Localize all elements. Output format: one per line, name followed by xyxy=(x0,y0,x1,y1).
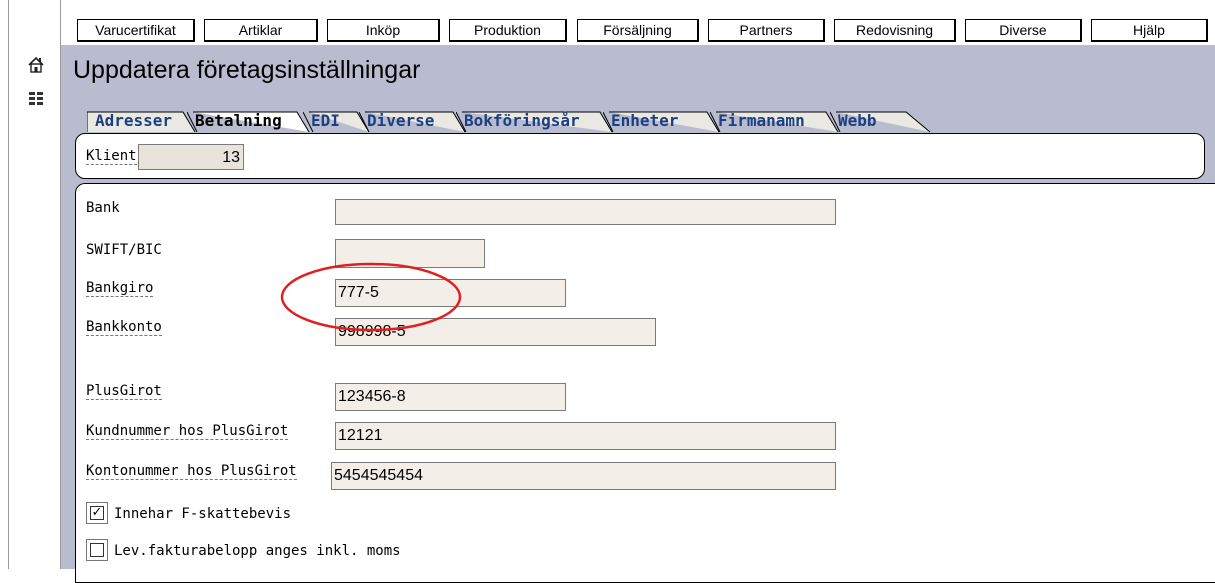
tab-webb[interactable]: Webb xyxy=(830,109,931,133)
bank-label: Bank xyxy=(86,200,120,216)
tab-enheter[interactable]: Enheter xyxy=(603,109,720,133)
menu-redovisning[interactable]: Redovisning xyxy=(834,19,956,42)
page-title: Uppdatera företagsinställningar xyxy=(73,56,421,84)
menu-hjalp[interactable]: Hjälp xyxy=(1091,19,1208,42)
client-label: Klient xyxy=(86,148,137,165)
fskatt-checkbox[interactable]: ✓ xyxy=(86,502,108,524)
fskatt-label: Innehar F-skattebevis xyxy=(114,506,292,522)
menu-artiklar[interactable]: Artiklar xyxy=(204,19,318,42)
list-icon[interactable] xyxy=(27,90,45,108)
menu-produktion[interactable]: Produktion xyxy=(449,19,567,42)
menu-diverse[interactable]: Diverse xyxy=(965,19,1082,42)
bank-field[interactable] xyxy=(335,199,836,225)
client-field[interactable]: 13 xyxy=(138,144,244,170)
window-frame-edge xyxy=(0,0,9,569)
kontonummer-label: Kontonummer hos PlusGirot xyxy=(86,463,297,480)
main-content: Uppdatera företagsinställningar Adresser… xyxy=(61,45,1215,583)
kundnummer-field[interactable]: 12121 xyxy=(335,422,836,450)
tab-firmanamn[interactable]: Firmanamn xyxy=(710,109,839,133)
swift-label: SWIFT/BIC xyxy=(86,242,162,258)
top-menu-area: Varucertifikat Artiklar Inköp Produktion… xyxy=(61,0,1215,45)
menu-inkop[interactable]: Inköp xyxy=(327,19,440,42)
empty-check-icon xyxy=(90,543,104,557)
levfaktura-checkbox[interactable] xyxy=(86,539,108,561)
plusgirot-label: PlusGirot xyxy=(86,383,162,400)
tab-bokforingsar[interactable]: Bokföringsår xyxy=(456,109,613,133)
tab-edi[interactable]: EDI xyxy=(303,109,370,133)
levfaktura-label: Lev.fakturabelopp anges inkl. moms xyxy=(114,543,401,559)
home-icon[interactable] xyxy=(27,56,45,74)
tab-diverse[interactable]: Diverse xyxy=(359,109,466,133)
bankgiro-label: Bankgiro xyxy=(86,280,154,297)
kundnummer-label: Kundnummer hos PlusGirot xyxy=(86,423,289,440)
plusgirot-field[interactable]: 123456-8 xyxy=(335,383,566,411)
menu-partners[interactable]: Partners xyxy=(708,19,825,42)
menu-varucertifikat[interactable]: Varucertifikat xyxy=(77,19,195,42)
client-panel: Klient 13 xyxy=(75,133,1205,179)
payment-form-panel: Bank SWIFT/BIC Bankgiro 777-5 Bankkonto … xyxy=(75,183,1215,583)
check-mark-icon: ✓ xyxy=(90,505,104,520)
menu-forsaljning[interactable]: Försäljning xyxy=(577,19,699,42)
tab-strip: Adresser Betalning EDI Diverse Bokföring… xyxy=(87,109,987,133)
kontonummer-field[interactable]: 5454545454 xyxy=(331,462,836,490)
bankkonto-label: Bankkonto xyxy=(86,319,162,336)
tab-betalning[interactable]: Betalning xyxy=(187,109,310,133)
tab-adresser[interactable]: Adresser xyxy=(87,109,196,133)
left-rail xyxy=(9,0,61,569)
annotation-ellipse xyxy=(280,262,462,332)
